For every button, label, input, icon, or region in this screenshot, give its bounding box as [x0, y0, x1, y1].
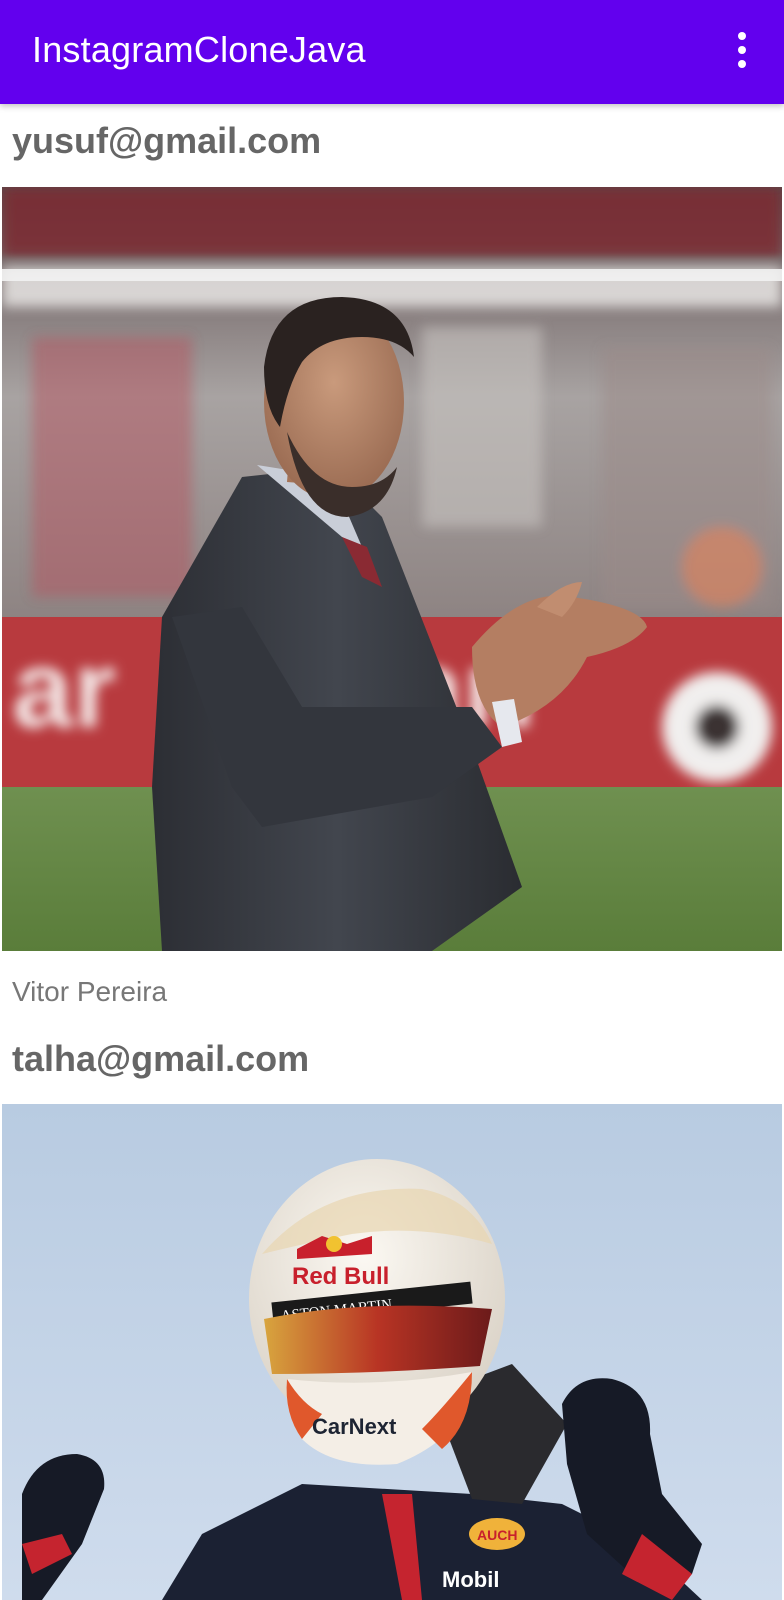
- post-image: ar ari: [2, 187, 782, 951]
- post-user-email: talha@gmail.com: [12, 1038, 310, 1079]
- post-comment: Vitor Pereira: [12, 976, 168, 1007]
- overflow-dot: [738, 46, 746, 54]
- overflow-dot: [738, 32, 746, 40]
- post-user-email: yusuf@gmail.com: [12, 120, 322, 161]
- svg-text:CarNext: CarNext: [312, 1414, 397, 1439]
- app-bar: InstagramCloneJava: [0, 0, 784, 104]
- svg-text:ar: ar: [12, 628, 116, 751]
- app-title: InstagramCloneJava: [32, 29, 366, 70]
- more-vert-icon[interactable]: [722, 26, 762, 74]
- overflow-dot: [738, 60, 746, 68]
- svg-text:Mobil: Mobil: [442, 1567, 499, 1592]
- svg-text:AUCH: AUCH: [477, 1527, 517, 1543]
- post-image: Red Bull ASTON MARTIN CarNext AUCH Mobil: [2, 1104, 782, 1600]
- svg-text:Red Bull: Red Bull: [292, 1263, 389, 1290]
- football-coach-photo: ar ari: [2, 187, 782, 951]
- f1-driver-photo: Red Bull ASTON MARTIN CarNext AUCH Mobil: [2, 1104, 782, 1600]
